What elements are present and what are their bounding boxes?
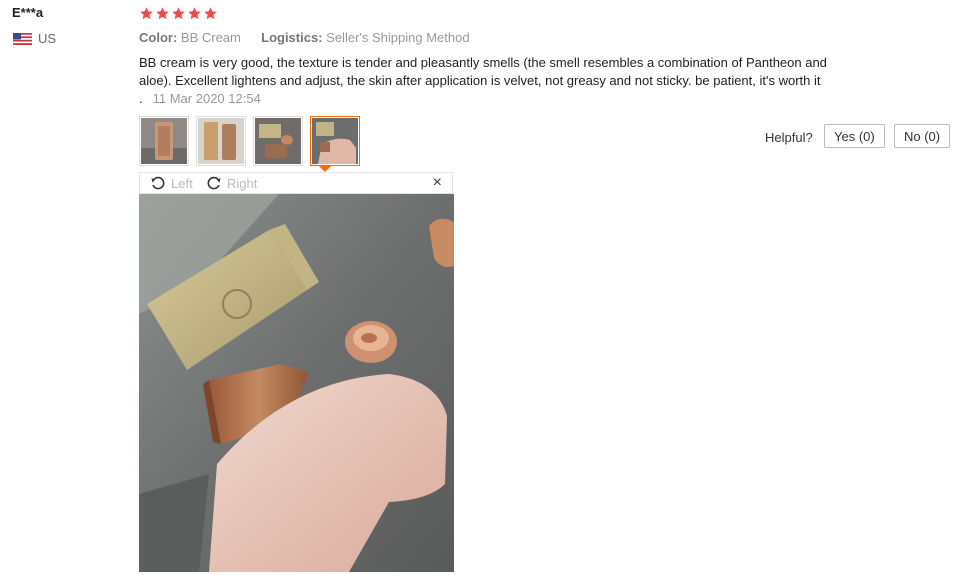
logistics-label: Logistics: — [261, 30, 323, 45]
us-flag-icon — [13, 32, 32, 45]
star-icon — [172, 7, 185, 20]
country-code: US — [38, 31, 57, 46]
star-icon — [188, 7, 201, 20]
review-thumbnails — [139, 116, 360, 166]
star-icon — [140, 7, 153, 20]
photo-thumbnail-image — [141, 118, 187, 164]
helpful-label: Helpful? — [765, 130, 813, 145]
rotate-right-icon — [207, 176, 221, 190]
thumbnail-2[interactable] — [196, 116, 246, 166]
rotate-left-label: Left — [171, 175, 193, 191]
helpful-yes-button[interactable]: Yes (0) — [824, 124, 885, 148]
star-icon — [156, 7, 169, 20]
helpful-no-button[interactable]: No (0) — [894, 124, 951, 148]
thumbnail-1[interactable] — [139, 116, 189, 166]
review-attributes: Color: BB Cream Logistics: Seller's Ship… — [139, 30, 470, 45]
review-photo-large — [139, 194, 454, 572]
photo-thumbnail-image — [198, 118, 244, 164]
review-text-block: BB cream is very good, the texture is te… — [139, 54, 851, 108]
logistics-value: Seller's Shipping Method — [326, 30, 470, 45]
rotate-right-label: Right — [227, 175, 258, 191]
color-label: Color: — [139, 30, 178, 45]
rotate-right-button[interactable]: Right — [206, 175, 257, 191]
review-date: 11 Mar 2020 12:54 — [152, 91, 261, 106]
rotate-left-button[interactable]: Left — [150, 175, 193, 191]
photo-thumbnail-image — [312, 118, 358, 164]
star-rating — [139, 6, 218, 21]
photo-thumbnail-image — [255, 118, 301, 164]
rotate-left-icon — [151, 176, 165, 190]
reviewer-country: US — [13, 31, 56, 46]
thumbnail-4-selected[interactable] — [310, 116, 360, 166]
reviewer-name: E***a — [12, 5, 44, 20]
color-value: BB Cream — [180, 30, 241, 45]
thumbnail-3[interactable] — [253, 116, 303, 166]
star-icon — [204, 7, 217, 20]
image-viewer-toolbar: Left Right × — [139, 172, 453, 194]
close-icon[interactable]: × — [433, 174, 442, 192]
